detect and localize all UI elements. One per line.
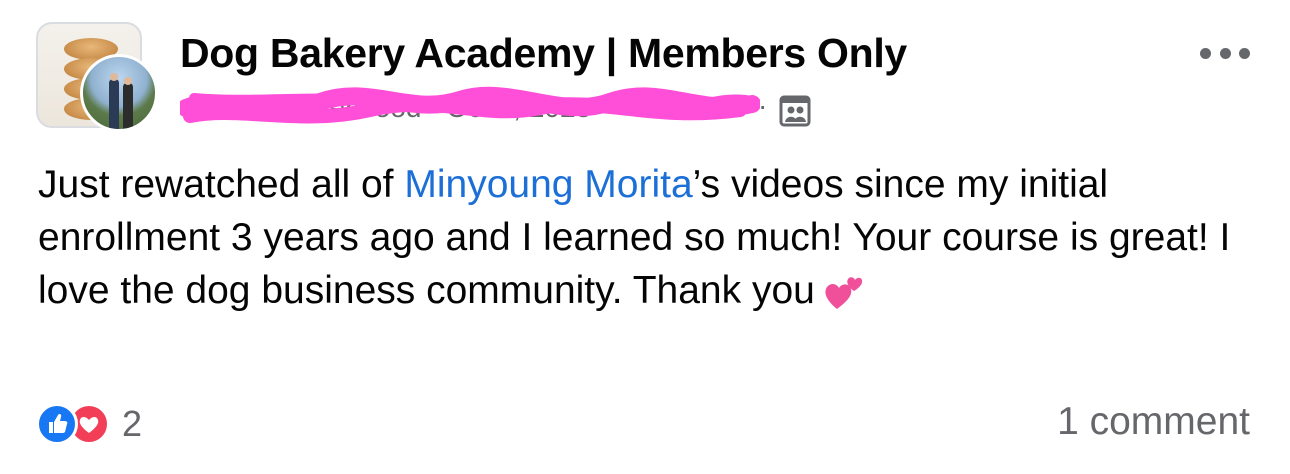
group-name-link[interactable]: Dog Bakery Academy | Members Only <box>180 30 907 77</box>
reactions-summary[interactable]: 2 <box>36 402 142 446</box>
two-hearts-icon <box>825 277 862 309</box>
group-members-icon[interactable] <box>778 94 812 128</box>
reaction-count: 2 <box>122 403 143 444</box>
author-avatar[interactable] <box>80 54 158 132</box>
comment-count-link[interactable]: 1 comment <box>1057 400 1250 444</box>
group-post: Dog Bakery Academy | Members Only Jennif… <box>0 0 1290 474</box>
more-options-icon[interactable] <box>1200 38 1250 68</box>
post-body: Just rewatched all of Minyoung Morita’s … <box>38 158 1253 317</box>
mention-link[interactable]: Minyoung Morita <box>404 163 692 206</box>
meta-separator: · <box>758 90 768 121</box>
like-reaction-icon <box>36 403 78 445</box>
post-meta: Jennifer Sherwood · Oct 9, 2023 · <box>180 86 820 130</box>
redaction-scribble <box>180 86 760 124</box>
post-text-part1: Just rewatched all of <box>38 163 405 206</box>
